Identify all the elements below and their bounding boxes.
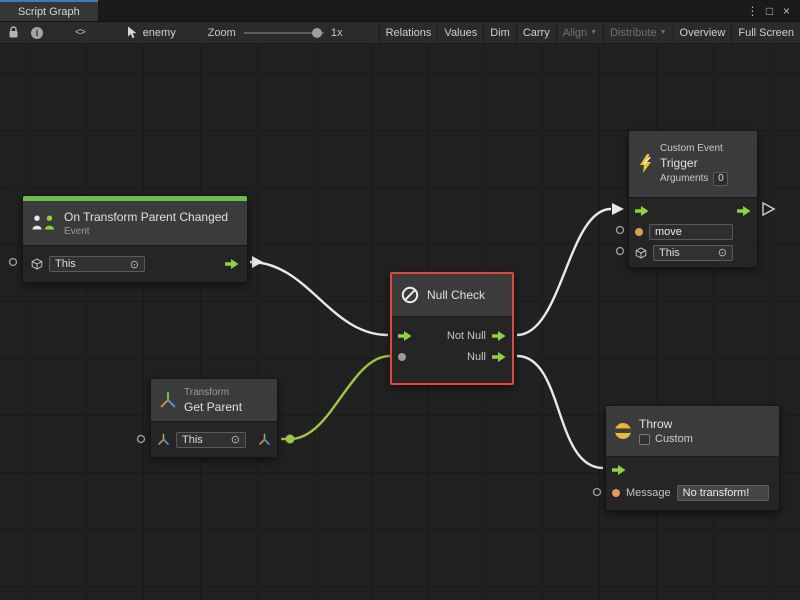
unity-editor-window: Script Graph ⋮ □ × i <> enemy Zoom 1 [0, 0, 800, 600]
getparent-this-dropdown[interactable]: This ⊙ [176, 432, 246, 448]
button-label: Overview [680, 27, 726, 39]
chevron-down-icon: ▼ [660, 29, 667, 36]
align-button[interactable]: Align▼ [556, 22, 603, 43]
full-screen-button[interactable]: Full Screen [731, 22, 800, 43]
node-on-transform-parent-changed[interactable]: On Transform Parent Changed Event This ⊙ [22, 195, 248, 283]
pointer-icon [127, 26, 138, 39]
node-subtitle: Event [64, 226, 228, 237]
relations-button[interactable]: Relations [379, 22, 438, 43]
transform-parent-changed-icon [31, 214, 57, 232]
flow-output-arrow-icon[interactable] [492, 331, 506, 341]
zoom-slider[interactable] [244, 27, 324, 39]
string-value-port[interactable] [635, 228, 643, 236]
close-icon[interactable]: × [778, 0, 795, 22]
node-category: Transform [184, 387, 242, 398]
gameobject-cube-icon [31, 258, 43, 270]
event-this-dropdown[interactable]: This ⊙ [49, 256, 145, 272]
zoom-value: 1x [331, 27, 343, 39]
button-label: Dim [490, 27, 510, 39]
node-title: On Transform Parent Changed [64, 210, 228, 224]
customevent-this-dropdown[interactable]: This ⊙ [653, 245, 733, 261]
object-picker-icon[interactable]: ⊙ [231, 433, 240, 446]
transform-output-port-icon[interactable] [258, 433, 271, 446]
custom-checkbox-label: Custom [655, 433, 693, 445]
object-picker-icon[interactable]: ⊙ [130, 258, 139, 271]
message-field[interactable]: No transform! [677, 485, 769, 501]
node-title: Throw [639, 417, 693, 431]
lock-icon[interactable] [8, 26, 19, 39]
null-port-label: Null [467, 351, 486, 363]
zoom-slider-handle[interactable] [312, 28, 322, 38]
toolbar-buttons: Relations Values Dim Carry Align▼ Distri… [379, 22, 800, 43]
node-title: Null Check [427, 288, 485, 302]
graph-name: enemy [143, 27, 176, 39]
info-icon[interactable]: i [31, 27, 43, 39]
button-label: Relations [386, 27, 432, 39]
overview-button[interactable]: Overview [673, 22, 732, 43]
flow-input-arrow-icon[interactable] [635, 206, 649, 216]
transform-icon [159, 391, 177, 409]
button-label: Distribute [610, 27, 656, 39]
node-throw[interactable]: Throw Custom Message No transform! [605, 405, 780, 511]
distribute-button[interactable]: Distribute ▼ [603, 22, 672, 43]
custom-event-bolt-icon [637, 154, 653, 174]
dropdown-value: This [55, 258, 76, 270]
gameobject-cube-icon [635, 247, 647, 259]
dim-button[interactable]: Dim [483, 22, 516, 43]
node-null-check[interactable]: Null Check Not Null Null [390, 272, 514, 385]
throw-icon [614, 422, 632, 440]
object-value-port[interactable] [398, 353, 406, 361]
flow-output-arrow-icon[interactable] [737, 206, 751, 216]
carry-button[interactable]: Carry [516, 22, 556, 43]
object-picker-icon[interactable]: ⊙ [718, 246, 727, 259]
flow-input-arrow-icon[interactable] [612, 465, 626, 475]
window-menu-icon[interactable]: ⋮ [744, 0, 761, 22]
flow-output-arrow-icon[interactable] [225, 259, 239, 269]
button-label: Align [563, 27, 587, 39]
code-view-icon[interactable]: <> [75, 27, 85, 38]
chevron-down-icon: ▼ [590, 29, 597, 36]
button-label: Full Screen [738, 27, 794, 39]
message-port-label: Message [626, 487, 671, 499]
node-title: Trigger [660, 156, 728, 170]
string-value-port[interactable] [612, 489, 620, 497]
zoom-label: Zoom [208, 27, 236, 39]
arguments-label: Arguments [660, 173, 708, 184]
dropdown-value: This [182, 434, 203, 446]
maximize-icon[interactable]: □ [761, 0, 778, 22]
node-get-parent[interactable]: Transform Get Parent This ⊙ [150, 378, 278, 458]
graph-toolbar: i <> enemy Zoom 1x Relations Values Dim … [0, 22, 800, 44]
node-custom-event-trigger[interactable]: Custom Event Trigger Arguments 0 [628, 130, 758, 268]
not-null-port-label: Not Null [447, 330, 486, 342]
tab-label: Script Graph [18, 6, 80, 18]
tab-script-graph[interactable]: Script Graph [0, 0, 98, 21]
graph-reference[interactable]: enemy [127, 26, 176, 39]
info-glyph: i [36, 28, 39, 38]
transform-port-icon[interactable] [157, 433, 170, 446]
flow-input-arrow-icon[interactable] [398, 331, 412, 341]
event-name-field[interactable]: move [649, 224, 733, 240]
window-tab-bar: Script Graph ⋮ □ × [0, 0, 800, 22]
dropdown-value: This [659, 247, 680, 259]
button-label: Values [444, 27, 477, 39]
button-label: Carry [523, 27, 550, 39]
null-check-icon [400, 285, 420, 305]
node-category: Custom Event [660, 143, 728, 154]
custom-checkbox[interactable] [639, 434, 650, 445]
flow-output-arrow-icon[interactable] [492, 352, 506, 362]
node-title: Get Parent [184, 400, 242, 414]
window-controls: ⋮ □ × [744, 0, 800, 21]
arguments-count-field[interactable]: 0 [713, 172, 728, 186]
values-button[interactable]: Values [437, 22, 483, 43]
